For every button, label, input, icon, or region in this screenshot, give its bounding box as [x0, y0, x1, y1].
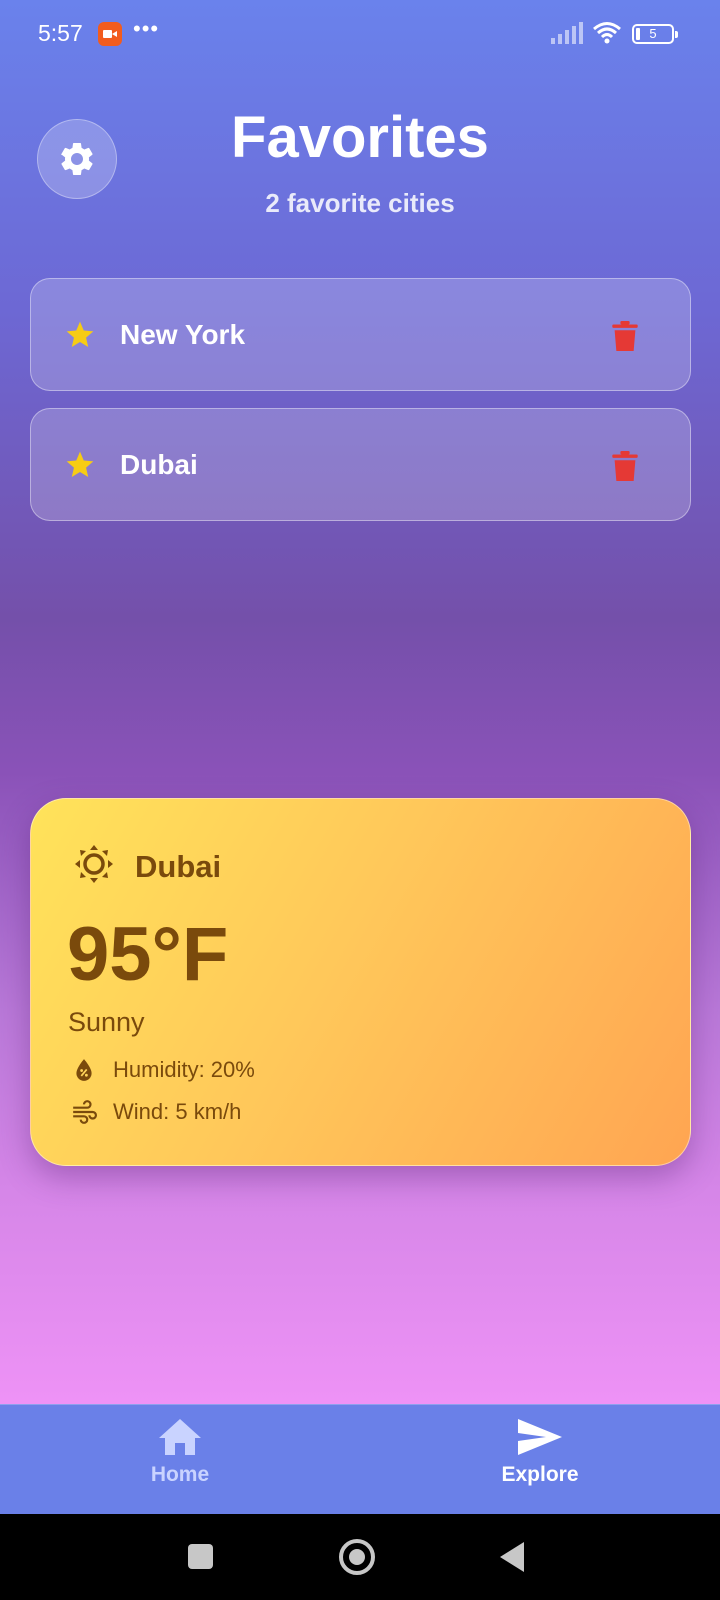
weather-humidity: Humidity: 20% [113, 1057, 255, 1082]
weather-wind: Wind: 5 km/h [113, 1099, 242, 1124]
weather-city: Dubai [135, 849, 222, 884]
system-navigation-bar [0, 1514, 720, 1600]
favorite-city-name: New York [120, 319, 246, 350]
status-bar: 5:57 ••• 5 [0, 0, 720, 68]
nav-home[interactable]: Home [80, 1417, 280, 1487]
favorite-city-name: Dubai [120, 449, 198, 480]
signal-icon [551, 22, 583, 44]
page-title: Favorites [231, 105, 489, 170]
page-subtitle: 2 favorite cities [265, 188, 455, 218]
home-button[interactable] [339, 1539, 375, 1575]
send-icon [518, 1419, 562, 1455]
weather-wind-row: Wind: 5 km/h [71, 1099, 241, 1125]
sun-icon [75, 845, 113, 883]
trash-icon[interactable] [611, 451, 639, 481]
settings-button[interactable] [37, 119, 117, 199]
favorite-item-dubai[interactable]: Dubai [30, 408, 691, 521]
app-screen: 5:57 ••• 5 Favorites 2 favorite cities N… [0, 0, 720, 1404]
gear-icon [60, 143, 93, 175]
weather-condition: Sunny [68, 1007, 145, 1037]
wind-icon [73, 1100, 97, 1124]
status-time: 5:57 [38, 20, 83, 46]
screen-record-icon [98, 22, 122, 46]
back-button[interactable] [500, 1542, 524, 1572]
nav-explore[interactable]: Explore [440, 1417, 640, 1487]
favorite-item-new-york[interactable]: New York [30, 278, 691, 391]
star-icon [66, 321, 94, 347]
bottom-navigation: Home Explore [0, 1404, 720, 1514]
nav-explore-label: Explore [501, 1463, 579, 1486]
more-notifications-icon: ••• [133, 16, 160, 41]
trash-icon[interactable] [611, 321, 639, 351]
recent-apps-button[interactable] [188, 1544, 213, 1569]
weather-temperature: 95°F [67, 912, 229, 997]
star-icon [66, 451, 94, 477]
wifi-icon [593, 22, 621, 44]
nav-home-label: Home [150, 1463, 210, 1486]
weather-card[interactable]: Dubai 95°F Sunny Humidity: 20% Wind: 5 k… [30, 798, 691, 1166]
weather-humidity-row: Humidity: 20% [71, 1057, 255, 1083]
battery-icon: 5 [632, 24, 678, 44]
home-icon [159, 1419, 201, 1455]
humidity-icon [76, 1059, 92, 1081]
